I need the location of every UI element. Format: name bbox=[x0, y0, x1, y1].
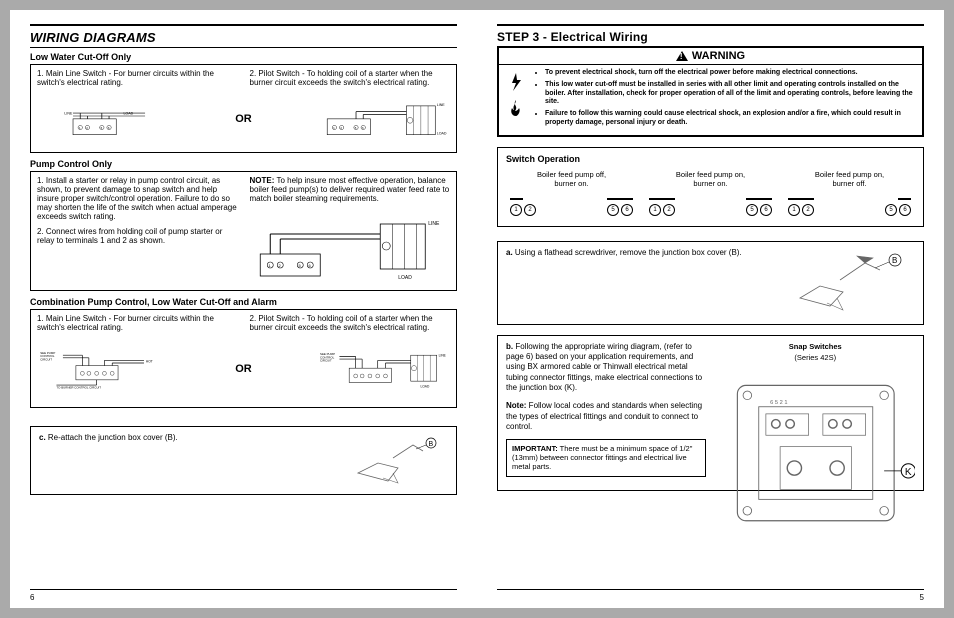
svg-text:B: B bbox=[892, 256, 897, 265]
svg-text:1: 1 bbox=[79, 126, 81, 130]
svg-text:2: 2 bbox=[278, 263, 281, 268]
switch-state-1: Boiler feed pump off,burner on. 12 56 bbox=[506, 170, 637, 216]
svg-text:TO BURNER CONTROL CIRCUIT: TO BURNER CONTROL CIRCUIT bbox=[56, 385, 101, 389]
svg-text:LOAD: LOAD bbox=[398, 275, 412, 281]
svg-text:LINE: LINE bbox=[439, 354, 447, 358]
svg-text:LINE: LINE bbox=[437, 103, 446, 107]
step-b-text: Following the appropriate wiring diagram… bbox=[506, 342, 702, 393]
pump-note: To help insure most effective operation,… bbox=[250, 176, 450, 203]
svg-text:6: 6 bbox=[308, 263, 311, 268]
box-lwco: 1. Main Line Switch - For burner circuit… bbox=[30, 64, 457, 153]
svg-text:B: B bbox=[429, 441, 434, 448]
box-combo: 1. Main Line Switch - For burner circuit… bbox=[30, 309, 457, 408]
step-a-text: Using a flathead screwdriver, remove the… bbox=[513, 248, 742, 257]
svg-text:5: 5 bbox=[355, 126, 357, 130]
warn-bullet-3: Failure to follow this warning could cau… bbox=[545, 110, 901, 126]
illustration-remove-cover: B bbox=[765, 248, 915, 318]
page-number-left: 6 bbox=[30, 593, 34, 602]
illustration-snap-switches: 6 5 2 1 K bbox=[716, 364, 916, 484]
step-c-text: Re-attach the junction box cover (B). bbox=[46, 433, 178, 442]
svg-text:5: 5 bbox=[298, 263, 301, 268]
svg-text:2: 2 bbox=[86, 126, 88, 130]
switch-state-2: Boiler feed pump on,burner on. 12 56 bbox=[645, 170, 776, 216]
subhead-pump: Pump Control Only bbox=[30, 159, 457, 169]
warn-bullet-2: This low water cut-off must be installed… bbox=[545, 81, 913, 106]
svg-text:CIRCUIT: CIRCUIT bbox=[320, 359, 332, 363]
svg-text:LINE: LINE bbox=[428, 221, 440, 227]
svg-text:CIRCUIT: CIRCUIT bbox=[40, 357, 52, 361]
svg-text:2: 2 bbox=[341, 126, 343, 130]
illustration-cover-reattach: B bbox=[328, 433, 448, 488]
warning-box: WARNING To prevent electrical shock, tur… bbox=[497, 46, 924, 137]
fire-icon bbox=[505, 97, 527, 119]
heading-wiring-diagrams: WIRING DIAGRAMS bbox=[30, 30, 457, 45]
snap-switch-title1: Snap Switches bbox=[716, 342, 916, 351]
combo-item2: 2. Pilot Switch - To holding coil of a s… bbox=[250, 314, 451, 332]
or-label-2: OR bbox=[179, 363, 309, 375]
switch-op-title: Switch Operation bbox=[506, 154, 915, 164]
page-number-right: 5 bbox=[920, 593, 924, 602]
page-left: WIRING DIAGRAMS Low Water Cut-Off Only 1… bbox=[10, 10, 477, 608]
diagram-combo-mainline: SEE PUMP CONTROL CIRCUIT HOT TO BURNER C… bbox=[37, 336, 167, 401]
svg-text:LOAD: LOAD bbox=[421, 385, 430, 389]
page-right: STEP 3 - Electrical Wiring WARNING To pr… bbox=[477, 10, 944, 608]
pump-item2: 2. Connect wires from holding coil of pu… bbox=[37, 227, 238, 245]
important-box: IMPORTANT: There must be a minimum space… bbox=[506, 439, 706, 477]
warn-bullet-1: To prevent electrical shock, turn off th… bbox=[545, 69, 858, 76]
pump-item1: 1. Install a starter or relay in pump co… bbox=[37, 176, 238, 221]
diagram-lwco-mainline: LINE LOAD 1 2 5 6 bbox=[37, 91, 167, 146]
note-label: NOTE: bbox=[250, 176, 275, 185]
svg-text:K: K bbox=[904, 467, 911, 478]
diagram-lwco-pilot: 1 2 5 6 LINE LOAD bbox=[320, 91, 450, 146]
step-b-note: Follow local codes and standards when se… bbox=[506, 401, 702, 431]
switch-operation-box: Switch Operation Boiler feed pump off,bu… bbox=[497, 147, 924, 227]
svg-text:6 5 2 1: 6 5 2 1 bbox=[770, 399, 787, 405]
subhead-lwco: Low Water Cut-Off Only bbox=[30, 52, 457, 62]
svg-text:5: 5 bbox=[101, 126, 103, 130]
svg-text:LINE: LINE bbox=[64, 112, 73, 116]
warning-title: WARNING bbox=[692, 50, 745, 62]
svg-text:6: 6 bbox=[108, 126, 110, 130]
box-step-c: c. Re-attach the junction box cover (B).… bbox=[30, 426, 457, 495]
snap-switch-title2: (Series 42S) bbox=[716, 353, 916, 362]
subhead-combo: Combination Pump Control, Low Water Cut-… bbox=[30, 297, 457, 307]
diagram-pump: 1 2 5 6 LINE LOAD bbox=[250, 209, 451, 284]
lwco-item1: 1. Main Line Switch - For burner circuit… bbox=[37, 69, 238, 87]
svg-text:LOAD: LOAD bbox=[437, 132, 447, 136]
warning-triangle-icon bbox=[676, 51, 688, 61]
combo-item1: 1. Main Line Switch - For burner circuit… bbox=[37, 314, 238, 332]
shock-icon bbox=[505, 71, 527, 93]
box-pump: 1. Install a starter or relay in pump co… bbox=[30, 171, 457, 291]
svg-text:LOAD: LOAD bbox=[123, 112, 133, 116]
or-label-1: OR bbox=[179, 113, 309, 125]
svg-text:1: 1 bbox=[334, 126, 336, 130]
svg-text:1: 1 bbox=[268, 263, 271, 268]
diagram-combo-pilot: SEE PUMP CONTROL CIRCUIT LINE LOAD bbox=[320, 336, 450, 401]
switch-state-3: Boiler feed pump on,burner off. 12 56 bbox=[784, 170, 915, 216]
svg-text:HOT: HOT bbox=[146, 359, 153, 363]
heading-step3: STEP 3 - Electrical Wiring bbox=[497, 30, 924, 44]
lwco-item2: 2. Pilot Switch - To holding coil of a s… bbox=[250, 69, 451, 87]
step-a-box: a. Using a flathead screwdriver, remove … bbox=[497, 241, 924, 325]
svg-text:6: 6 bbox=[362, 126, 364, 130]
step-b-box: b. Following the appropriate wiring diag… bbox=[497, 335, 924, 491]
